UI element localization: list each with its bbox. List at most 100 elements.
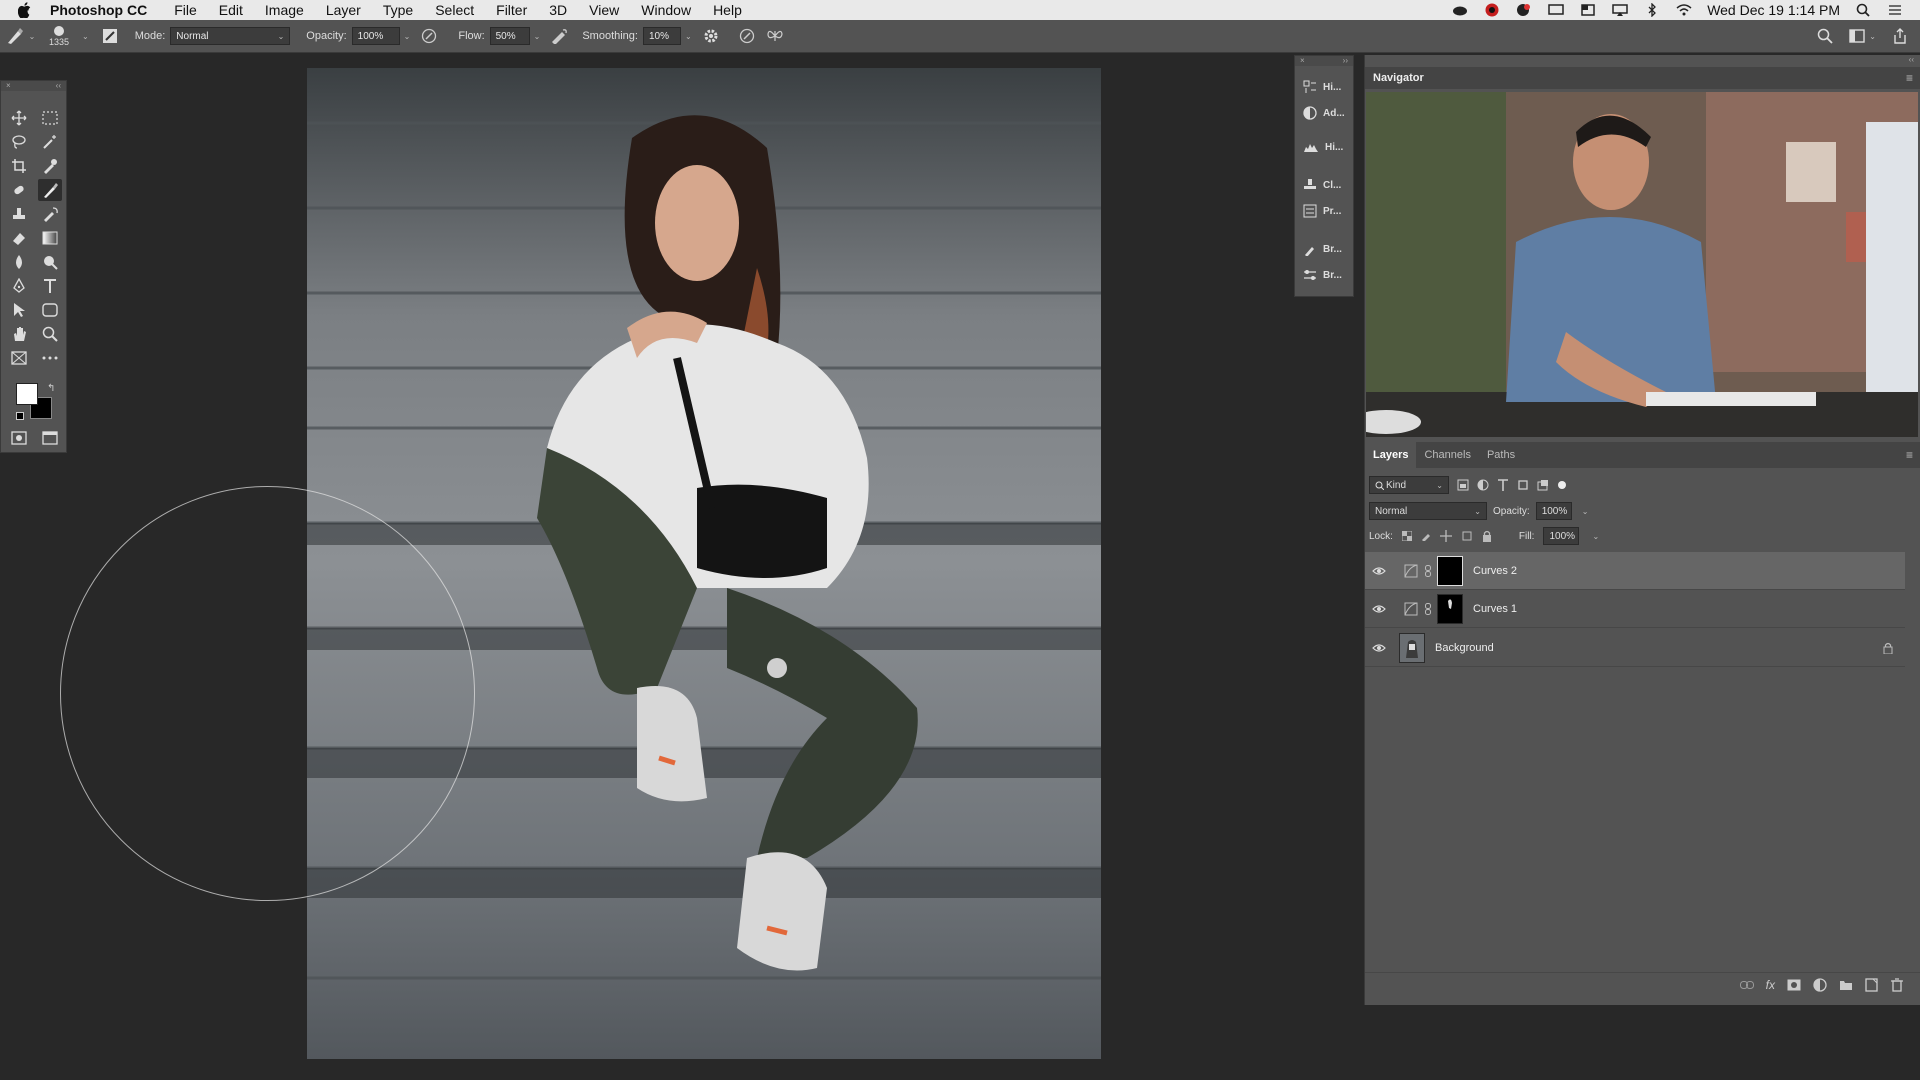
tab-layers[interactable]: Layers <box>1365 442 1417 468</box>
creative-cloud-icon[interactable] <box>1451 3 1469 17</box>
smoothing-input[interactable]: 10% <box>642 27 681 45</box>
panel-menu-icon[interactable]: ≡ <box>1906 448 1913 462</box>
pixel-filter-icon[interactable] <box>1457 479 1469 491</box>
dock-header[interactable]: × ›› <box>1295 56 1353 66</box>
healing-brush-tool-icon[interactable] <box>7 179 31 201</box>
layer-row-curves-1[interactable]: Curves 1 <box>1365 590 1905 628</box>
blend-mode-select[interactable]: Normal ⌄ <box>1369 502 1487 520</box>
gradient-tool-icon[interactable] <box>38 227 62 249</box>
hand-tool-icon[interactable] <box>7 323 31 345</box>
collapse-icon[interactable]: ‹‹ <box>56 81 61 91</box>
lock-image-icon[interactable] <box>1421 531 1431 541</box>
share-icon[interactable] <box>1892 28 1908 44</box>
kind-filter-select[interactable]: Kind ⌄ <box>1369 476 1449 494</box>
pressure-size-icon[interactable] <box>732 20 762 53</box>
background-layer-thumbnail[interactable] <box>1399 632 1425 663</box>
opacity-input[interactable]: 100% <box>351 27 400 45</box>
display-icon[interactable] <box>1547 3 1565 17</box>
add-mask-icon[interactable] <box>1787 979 1801 991</box>
frame-tool-icon[interactable] <box>7 347 31 369</box>
type-filter-icon[interactable] <box>1497 479 1509 491</box>
eraser-tool-icon[interactable] <box>7 227 31 249</box>
screen-mode-icon[interactable] <box>38 427 62 449</box>
brush-tool-icon[interactable] <box>38 179 62 201</box>
delete-layer-trash-icon[interactable] <box>1891 977 1903 992</box>
flow-slider-chevron-icon[interactable]: ⌄ <box>534 32 541 41</box>
more-tools-icon[interactable] <box>38 347 62 369</box>
spotlight-search-icon[interactable] <box>1854 3 1872 17</box>
brush-settings-panel-icon[interactable] <box>95 20 125 53</box>
layer-name[interactable]: Curves 1 <box>1473 603 1517 615</box>
status-app-icon[interactable] <box>1483 3 1501 17</box>
eyedropper-tool-icon[interactable] <box>38 155 62 177</box>
menu-file[interactable]: File <box>174 2 197 18</box>
smoothing-slider-chevron-icon[interactable]: ⌄ <box>685 32 692 41</box>
filter-toggle-icon[interactable] <box>1557 480 1567 490</box>
visibility-eye-icon[interactable] <box>1365 566 1393 576</box>
magic-wand-tool-icon[interactable] <box>38 131 62 153</box>
layer-opacity-input[interactable]: 100% <box>1535 502 1572 520</box>
mask-link-icon[interactable] <box>1423 564 1433 577</box>
lock-all-icon[interactable] <box>1482 530 1492 542</box>
link-layers-icon[interactable] <box>1739 980 1754 989</box>
bluetooth-icon[interactable] <box>1643 3 1661 17</box>
menu-select[interactable]: Select <box>435 2 474 18</box>
menu-window[interactable]: Window <box>641 2 691 18</box>
menu-edit[interactable]: Edit <box>219 2 243 18</box>
layer-row-curves-2[interactable]: Curves 2 <box>1365 552 1905 590</box>
brushes-panel-button[interactable]: Br... <box>1299 238 1351 260</box>
mode-select[interactable]: Normal ⌄ <box>170 27 291 45</box>
path-selection-tool-icon[interactable] <box>7 299 31 321</box>
menu-view[interactable]: View <box>589 2 619 18</box>
history-panel-button[interactable]: Hi... <box>1299 76 1351 98</box>
move-tool-icon[interactable] <box>7 107 31 129</box>
pen-tool-icon[interactable] <box>7 275 31 297</box>
wifi-icon[interactable] <box>1675 3 1693 17</box>
app-name-menu[interactable]: Photoshop CC <box>50 2 147 18</box>
menu-image[interactable]: Image <box>265 2 304 18</box>
smoothing-options-gear-icon[interactable] <box>700 20 722 53</box>
dodge-tool-icon[interactable] <box>38 251 62 273</box>
menu-type[interactable]: Type <box>383 2 413 18</box>
crop-tool-icon[interactable] <box>7 155 31 177</box>
menu-help[interactable]: Help <box>713 2 742 18</box>
layer-lock-icon[interactable] <box>1883 642 1893 654</box>
opacity-chevron-icon[interactable]: ⌄ <box>1582 507 1589 516</box>
collapse-panels-icon[interactable]: ‹‹ <box>1909 55 1914 64</box>
opacity-slider-chevron-icon[interactable]: ⌄ <box>404 32 411 41</box>
visibility-eye-icon[interactable] <box>1365 643 1393 653</box>
properties-panel-button[interactable]: Pr... <box>1299 200 1351 222</box>
brush-size-picker[interactable]: 1335 <box>40 20 78 53</box>
layer-style-fx-icon[interactable]: fx <box>1766 978 1775 992</box>
lock-position-icon[interactable] <box>1439 530 1452 542</box>
zoom-tool-icon[interactable] <box>38 323 62 345</box>
smart-object-filter-icon[interactable] <box>1537 479 1549 491</box>
tab-paths[interactable]: Paths <box>1479 442 1523 468</box>
shape-filter-icon[interactable] <box>1517 479 1529 491</box>
airplay-icon[interactable] <box>1611 3 1629 17</box>
symmetry-butterfly-icon[interactable] <box>762 20 788 53</box>
foreground-color-swatch[interactable] <box>16 383 38 405</box>
layer-mask-thumbnail[interactable] <box>1437 555 1463 586</box>
status-app2-icon[interactable] <box>1515 3 1533 17</box>
clock[interactable]: Wed Dec 19 1:14 PM <box>1707 2 1840 18</box>
quick-mask-icon[interactable] <box>7 427 31 449</box>
adjustments-panel-button[interactable]: Ad... <box>1299 102 1351 124</box>
menu-layer[interactable]: Layer <box>326 2 361 18</box>
brush-settings-panel-button[interactable]: Br... <box>1299 264 1351 286</box>
new-group-folder-icon[interactable] <box>1839 979 1853 991</box>
lock-transparent-icon[interactable] <box>1401 531 1412 541</box>
rectangle-tool-icon[interactable] <box>38 299 62 321</box>
document-image-canvas[interactable] <box>307 68 1101 1059</box>
visibility-eye-icon[interactable] <box>1365 604 1393 614</box>
tools-panel-header[interactable]: × ‹‹ <box>1 81 66 91</box>
new-layer-icon[interactable] <box>1865 977 1879 992</box>
mask-link-icon[interactable] <box>1423 602 1433 615</box>
window-layout-icon[interactable] <box>1579 3 1597 17</box>
clone-source-panel-button[interactable]: Cl... <box>1299 174 1351 196</box>
default-colors-icon[interactable] <box>16 412 24 420</box>
apple-menu-icon[interactable] <box>0 2 50 18</box>
brush-picker-chevron-icon[interactable]: ⌄ <box>82 32 89 41</box>
type-tool-icon[interactable] <box>38 275 62 297</box>
pressure-opacity-icon[interactable] <box>418 20 440 53</box>
